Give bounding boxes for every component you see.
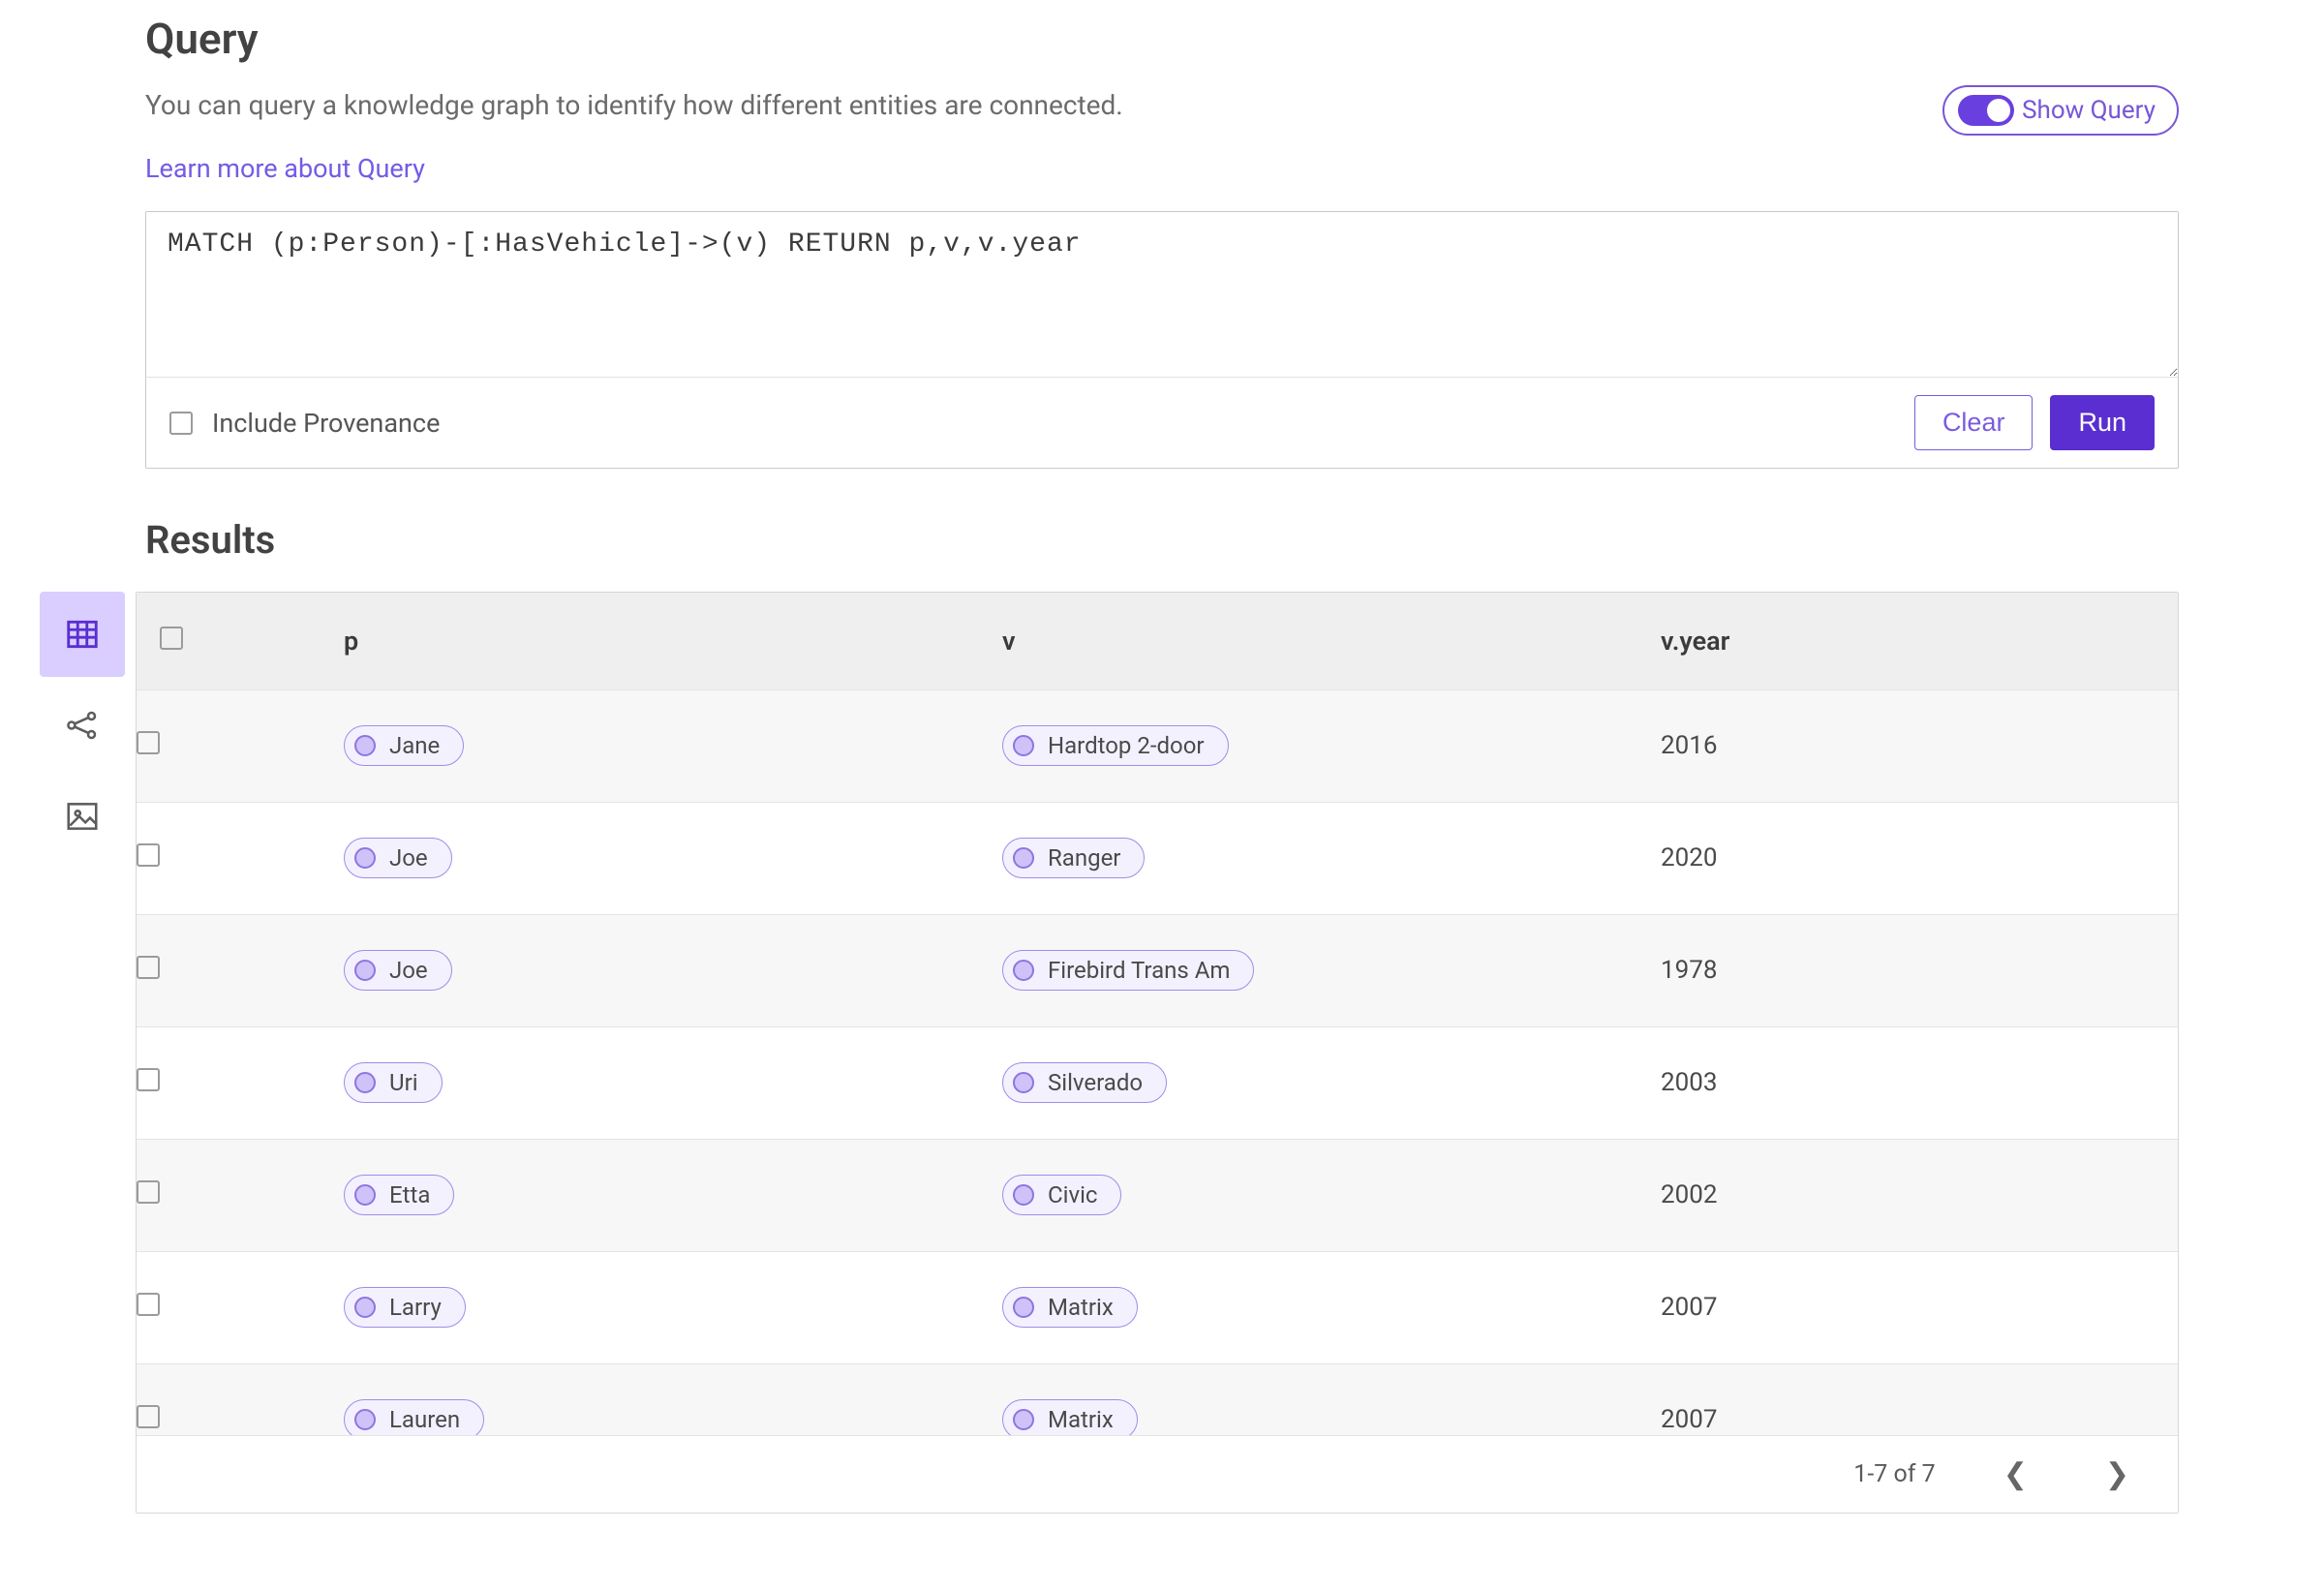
entity-pill-label: Matrix xyxy=(1048,1406,1114,1433)
query-box: Include Provenance Clear Run xyxy=(145,211,2179,469)
entity-dot-icon xyxy=(1013,1409,1034,1430)
column-header-year[interactable]: v.year xyxy=(1637,593,2178,689)
entity-pill-label: Jane xyxy=(389,732,440,759)
view-switcher xyxy=(29,592,136,1514)
entity-dot-icon xyxy=(1013,960,1034,981)
entity-dot-icon xyxy=(354,1072,376,1093)
image-icon xyxy=(64,798,101,835)
row-checkbox[interactable] xyxy=(137,1405,160,1428)
entity-pill-v[interactable]: Civic xyxy=(1002,1175,1121,1215)
entity-dot-icon xyxy=(354,960,376,981)
entity-pill-label: Silverado xyxy=(1048,1069,1143,1096)
entity-pill-p[interactable]: Joe xyxy=(344,950,452,991)
year-cell: 2007 xyxy=(1637,1293,2178,1322)
toggle-switch-icon xyxy=(1958,95,2014,126)
entity-pill-label: Civic xyxy=(1048,1181,1097,1209)
entity-pill-v[interactable]: Silverado xyxy=(1002,1062,1167,1103)
entity-pill-p[interactable]: Larry xyxy=(344,1287,466,1328)
table-row: Lauren Matrix 2007 xyxy=(137,1363,2178,1435)
row-checkbox[interactable] xyxy=(137,731,160,754)
entity-pill-label: Joe xyxy=(389,844,428,872)
entity-dot-icon xyxy=(1013,1297,1034,1318)
entity-pill-label: Etta xyxy=(389,1181,430,1209)
pagination-bar: 1-7 of 7 ❮ ❯ xyxy=(137,1435,2178,1513)
include-provenance-checkbox[interactable] xyxy=(169,412,193,435)
entity-pill-v[interactable]: Matrix xyxy=(1002,1287,1138,1328)
table-view-button[interactable] xyxy=(40,592,125,677)
entity-pill-label: Matrix xyxy=(1048,1294,1114,1321)
entity-dot-icon xyxy=(1013,1072,1034,1093)
entity-dot-icon xyxy=(354,847,376,869)
entity-pill-label: Joe xyxy=(389,957,428,984)
show-query-label: Show Query xyxy=(2022,96,2156,125)
table-row: Larry Matrix 2007 xyxy=(137,1251,2178,1363)
graph-view-button[interactable] xyxy=(40,683,125,768)
entity-pill-v[interactable]: Matrix xyxy=(1002,1399,1138,1435)
entity-pill-label: Ranger xyxy=(1048,844,1120,872)
show-query-toggle[interactable]: Show Query xyxy=(1942,85,2179,136)
results-table: p v v.year Jane Hardtop 2-door 2016 Joe Rang… xyxy=(137,593,2178,1435)
entity-dot-icon xyxy=(354,1409,376,1430)
row-checkbox[interactable] xyxy=(137,1068,160,1091)
clear-button[interactable]: Clear xyxy=(1914,395,2034,450)
column-header-v[interactable]: v xyxy=(979,593,1637,689)
entity-dot-icon xyxy=(1013,735,1034,756)
table-row: Etta Civic 2002 xyxy=(137,1139,2178,1251)
year-cell: 2007 xyxy=(1637,1405,2178,1434)
entity-dot-icon xyxy=(354,1297,376,1318)
table-row: Jane Hardtop 2-door 2016 xyxy=(137,689,2178,802)
entity-pill-v[interactable]: Ranger xyxy=(1002,838,1145,878)
year-cell: 2020 xyxy=(1637,843,2178,872)
entity-pill-p[interactable]: Etta xyxy=(344,1175,454,1215)
next-page-button[interactable]: ❯ xyxy=(2095,1453,2139,1495)
table-icon xyxy=(64,616,101,653)
entity-pill-label: Uri xyxy=(389,1069,418,1096)
select-all-checkbox[interactable] xyxy=(160,627,183,650)
entity-dot-icon xyxy=(354,1184,376,1206)
intro-text: You can query a knowledge graph to ident… xyxy=(145,85,1123,126)
entity-pill-label: Larry xyxy=(389,1294,442,1321)
prev-page-button[interactable]: ❮ xyxy=(1994,1453,2037,1495)
page-title: Query xyxy=(145,14,2179,64)
entity-pill-p[interactable]: Lauren xyxy=(344,1399,484,1435)
entity-pill-v[interactable]: Hardtop 2-door xyxy=(1002,725,1229,766)
results-table-scroll[interactable]: p v v.year Jane Hardtop 2-door 2016 Joe Rang… xyxy=(137,593,2178,1435)
entity-dot-icon xyxy=(1013,847,1034,869)
learn-more-link[interactable]: Learn more about Query xyxy=(145,153,425,184)
image-view-button[interactable] xyxy=(40,774,125,859)
year-cell: 2016 xyxy=(1637,731,2178,760)
entity-pill-label: Hardtop 2-door xyxy=(1048,732,1205,759)
entity-pill-p[interactable]: Jane xyxy=(344,725,464,766)
row-checkbox[interactable] xyxy=(137,1180,160,1204)
query-input[interactable] xyxy=(146,212,2178,377)
year-cell: 1978 xyxy=(1637,956,2178,985)
entity-pill-label: Firebird Trans Am xyxy=(1048,957,1230,984)
entity-pill-v[interactable]: Firebird Trans Am xyxy=(1002,950,1254,991)
column-header-p[interactable]: p xyxy=(321,593,979,689)
results-title: Results xyxy=(145,517,2179,563)
include-provenance-label: Include Provenance xyxy=(212,408,440,439)
row-checkbox[interactable] xyxy=(137,1293,160,1316)
entity-pill-label: Lauren xyxy=(389,1406,460,1433)
entity-dot-icon xyxy=(354,735,376,756)
table-row: Joe Firebird Trans Am 1978 xyxy=(137,914,2178,1026)
entity-pill-p[interactable]: Uri xyxy=(344,1062,443,1103)
row-checkbox[interactable] xyxy=(137,843,160,867)
pagination-range: 1-7 of 7 xyxy=(1853,1460,1935,1488)
row-checkbox[interactable] xyxy=(137,956,160,979)
header-checkbox-cell xyxy=(137,593,321,689)
entity-pill-p[interactable]: Joe xyxy=(344,838,452,878)
graph-icon xyxy=(64,707,101,744)
entity-dot-icon xyxy=(1013,1184,1034,1206)
run-button[interactable]: Run xyxy=(2050,395,2155,450)
table-row: Joe Ranger 2020 xyxy=(137,802,2178,914)
year-cell: 2002 xyxy=(1637,1180,2178,1209)
results-panel: p v v.year Jane Hardtop 2-door 2016 Joe Rang… xyxy=(136,592,2179,1514)
table-row: Uri Silverado 2003 xyxy=(137,1026,2178,1139)
year-cell: 2003 xyxy=(1637,1068,2178,1097)
